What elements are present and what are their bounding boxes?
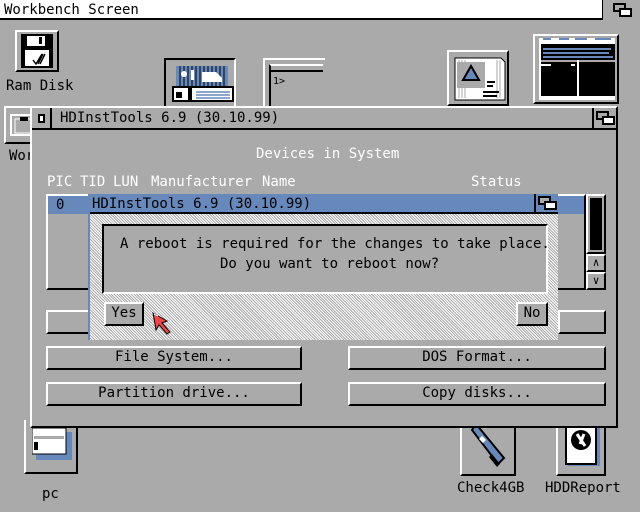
- requester-message-box: A reboot is required for the changes to …: [102, 224, 550, 294]
- arrow-up-icon: ∧: [592, 256, 600, 269]
- screen-thumbnail-desktop-icon[interactable]: [533, 34, 619, 104]
- message-line-2: Do you want to reboot now?: [220, 256, 440, 272]
- check4gb-label: Check4GB: [457, 480, 525, 496]
- ram-disk-label: Ram Disk: [6, 78, 74, 94]
- row-tid: 0: [56, 197, 65, 213]
- list-scrollbar[interactable]: ∧ ∨: [586, 194, 606, 290]
- depth-arrange-icon: [596, 111, 616, 125]
- column-header-manufacturer: Manufacturer: [151, 174, 253, 190]
- hddreport-desktop-icon[interactable]: [556, 424, 606, 476]
- column-header-tid: TID: [80, 174, 106, 190]
- column-header-lun: LUN: [113, 174, 139, 190]
- window-title-bar[interactable]: HDInstTools 6.9 (30.10.99): [32, 108, 616, 130]
- requester-title: HDInstTools 6.9 (30.10.99): [92, 196, 312, 212]
- pc-label: pc: [42, 486, 59, 502]
- column-header-pic: PIC: [47, 174, 73, 190]
- scroll-knob[interactable]: [590, 198, 602, 250]
- depth-arrange-icon: [613, 3, 633, 17]
- screen-title: Workbench Screen: [4, 2, 139, 18]
- depth-arrange-icon: [538, 196, 558, 210]
- requester-depth-button[interactable]: [534, 194, 558, 214]
- partition-drive-button[interactable]: Partition drive...: [46, 382, 302, 406]
- ram-disk-desktop-icon[interactable]: [15, 30, 59, 72]
- devices-heading: Devices in System: [256, 146, 400, 162]
- requester-title-bar[interactable]: HDInstTools 6.9 (30.10.99): [90, 194, 558, 214]
- ram-disk-icon: [21, 34, 53, 68]
- window-close-button[interactable]: [32, 108, 52, 128]
- close-icon: [38, 114, 45, 123]
- check4gb-tool-icon: [470, 424, 506, 467]
- scroll-track[interactable]: [586, 194, 606, 254]
- prefs-desktop-icon[interactable]: [164, 58, 236, 106]
- hidden-right-button[interactable]: [558, 310, 606, 334]
- mouse-pointer-icon: [152, 312, 171, 335]
- yes-button[interactable]: Yes: [104, 302, 144, 326]
- shell-window-icon: 1>: [269, 64, 323, 108]
- column-header-status: Status: [471, 174, 522, 190]
- window-title: HDInstTools 6.9 (30.10.99): [60, 110, 280, 126]
- scroll-up-button[interactable]: ∧: [586, 254, 606, 272]
- column-header-name: Name: [262, 174, 296, 190]
- hddreport-label: HDDReport: [545, 480, 621, 496]
- shell-desktop-icon[interactable]: 1>: [263, 58, 325, 108]
- picture-icon: [454, 57, 506, 101]
- screen-title-bar: Workbench Screen: [0, 0, 640, 20]
- prefs-tool-icon: [172, 66, 234, 102]
- dos-format-button[interactable]: DOS Format...: [348, 346, 606, 370]
- scroll-down-button[interactable]: ∨: [586, 272, 606, 290]
- screen-thumbnail-icon: [539, 38, 615, 100]
- pc-desktop-icon[interactable]: [24, 420, 78, 474]
- window-depth-button[interactable]: [592, 108, 616, 130]
- arrow-down-icon: ∨: [592, 274, 600, 287]
- screen-depth-gadget[interactable]: [602, 0, 640, 20]
- pc-drawer-icon: [32, 428, 72, 460]
- message-line-1: A reboot is required for the changes to …: [120, 236, 550, 252]
- hddreport-tool-icon: [565, 424, 600, 466]
- hidden-left-button[interactable]: [46, 310, 90, 334]
- picture-desktop-icon[interactable]: [447, 50, 509, 106]
- copy-disks-button[interactable]: Copy disks...: [348, 382, 606, 406]
- no-button[interactable]: No: [516, 302, 548, 326]
- file-system-button[interactable]: File System...: [46, 346, 302, 370]
- check4gb-desktop-icon[interactable]: [460, 424, 516, 476]
